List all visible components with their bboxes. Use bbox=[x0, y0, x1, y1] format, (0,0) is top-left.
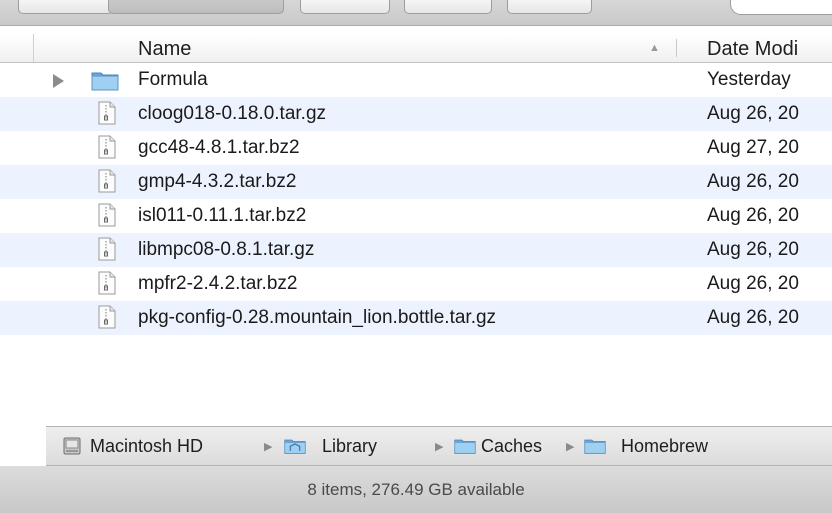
list-row[interactable]: gcc48-4.8.1.tar.bz2 Aug 27, 20 bbox=[0, 131, 832, 165]
date-modified: Aug 26, 20 bbox=[707, 273, 799, 294]
disclosure-triangle-icon[interactable] bbox=[53, 74, 64, 88]
action-button[interactable] bbox=[404, 0, 492, 14]
folder-icon bbox=[91, 69, 119, 96]
date-modified: Aug 26, 20 bbox=[707, 307, 799, 328]
document-icon bbox=[98, 271, 116, 300]
file-name[interactable]: cloog018-0.18.0.tar.gz bbox=[138, 103, 326, 125]
search-input[interactable] bbox=[730, 0, 832, 15]
view-mode-button[interactable] bbox=[108, 0, 284, 14]
file-name[interactable]: gcc48-4.8.1.tar.bz2 bbox=[138, 137, 300, 159]
list-row[interactable]: libmpc08-0.8.1.tar.gz Aug 26, 20 bbox=[0, 233, 832, 267]
date-modified: Aug 26, 20 bbox=[707, 239, 799, 260]
list-header: Name ▲ Date Modi bbox=[0, 34, 832, 63]
folder-icon bbox=[454, 436, 476, 460]
status-bar: 8 items, 276.49 GB available bbox=[0, 466, 832, 513]
date-modified: Aug 26, 20 bbox=[707, 205, 799, 226]
list-row[interactable]: Formula Yesterday bbox=[0, 63, 832, 97]
document-icon bbox=[98, 169, 116, 198]
arrange-button[interactable] bbox=[300, 0, 390, 14]
document-icon bbox=[98, 203, 116, 232]
path-separator-icon: ▶ bbox=[264, 441, 273, 453]
path-bar: Macintosh HD ▶ Library ▶ Caches ▶ Homebrew bbox=[46, 426, 832, 466]
file-list: Name ▲ Date Modi Formula Yesterday cloog01… bbox=[0, 26, 832, 492]
document-icon bbox=[98, 101, 116, 130]
column-header-name[interactable]: Name bbox=[138, 38, 191, 61]
list-row[interactable]: mpfr2-2.4.2.tar.bz2 Aug 26, 20 bbox=[0, 267, 832, 301]
file-name[interactable]: gmp4-4.3.2.tar.bz2 bbox=[138, 171, 296, 193]
date-modified: Aug 26, 20 bbox=[707, 103, 799, 124]
date-modified: Aug 27, 20 bbox=[707, 137, 799, 158]
path-separator-icon: ▶ bbox=[566, 441, 575, 453]
list-row[interactable]: cloog018-0.18.0.tar.gz Aug 26, 20 bbox=[0, 97, 832, 131]
path-separator-icon: ▶ bbox=[435, 441, 444, 453]
file-rows: Formula Yesterday cloog018-0.18.0.tar.gz Au… bbox=[0, 63, 832, 335]
document-icon bbox=[98, 305, 116, 334]
column-header-date-modified[interactable]: Date Modi bbox=[707, 38, 798, 61]
sort-ascending-icon: ▲ bbox=[649, 42, 660, 54]
path-segment[interactable]: Caches bbox=[481, 436, 542, 457]
toolbar bbox=[0, 0, 832, 26]
file-name[interactable]: mpfr2-2.4.2.tar.bz2 bbox=[138, 273, 297, 295]
column-separator[interactable] bbox=[676, 39, 677, 57]
date-modified: Yesterday bbox=[707, 69, 791, 90]
back-forward-button[interactable] bbox=[18, 0, 113, 14]
list-row[interactable]: gmp4-4.3.2.tar.bz2 Aug 26, 20 bbox=[0, 165, 832, 199]
list-row[interactable]: pkg-config-0.28.mountain_lion.bottle.tar… bbox=[0, 301, 832, 335]
path-segment[interactable]: Library bbox=[322, 436, 377, 457]
file-name[interactable]: isl011-0.11.1.tar.bz2 bbox=[138, 205, 306, 227]
header-divider bbox=[33, 34, 34, 62]
file-name[interactable]: Formula bbox=[138, 69, 208, 91]
list-row[interactable]: isl011-0.11.1.tar.bz2 Aug 26, 20 bbox=[0, 199, 832, 233]
document-icon bbox=[98, 237, 116, 266]
file-name[interactable]: pkg-config-0.28.mountain_lion.bottle.tar… bbox=[138, 307, 496, 329]
file-name[interactable]: libmpc08-0.8.1.tar.gz bbox=[138, 239, 314, 261]
path-segment[interactable]: Macintosh HD bbox=[90, 436, 203, 457]
folder-icon bbox=[584, 436, 606, 460]
document-icon bbox=[98, 135, 116, 164]
library-folder-icon bbox=[284, 436, 306, 460]
hard-drive-icon bbox=[62, 436, 82, 461]
date-modified: Aug 26, 20 bbox=[707, 171, 799, 192]
status-text: 8 items, 276.49 GB available bbox=[307, 480, 525, 499]
path-segment[interactable]: Homebrew bbox=[621, 436, 708, 457]
share-button[interactable] bbox=[507, 0, 592, 14]
